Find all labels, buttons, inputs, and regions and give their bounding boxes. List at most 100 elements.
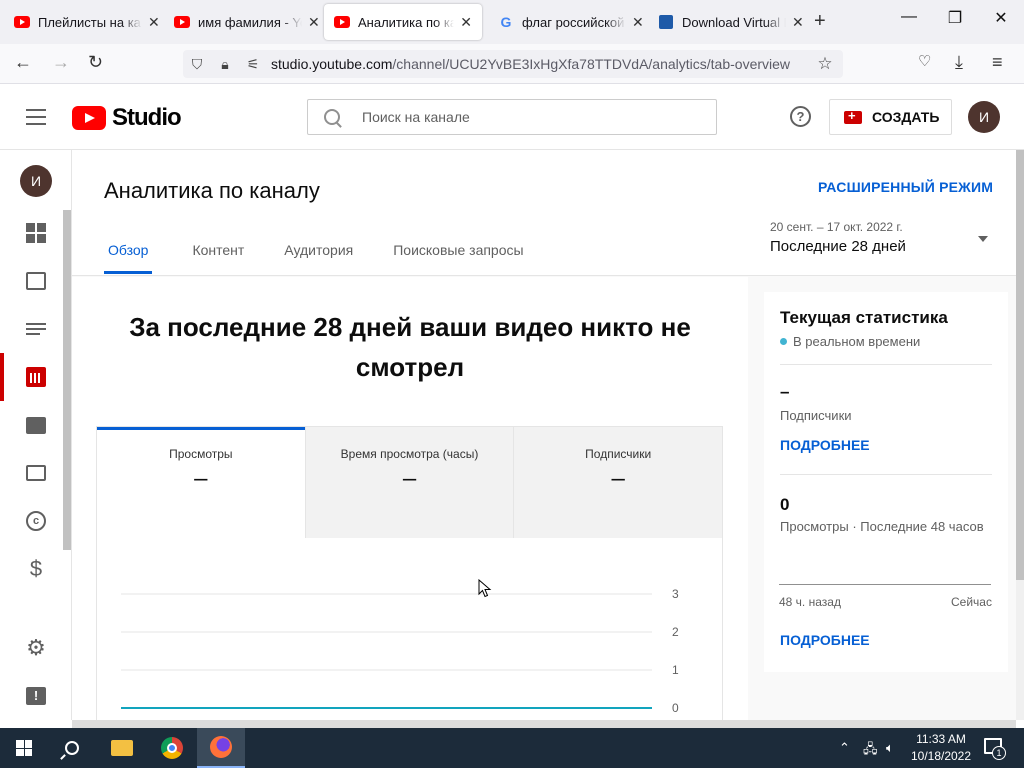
sidebar-item-content[interactable]	[0, 257, 72, 305]
taskbar-search-button[interactable]	[48, 728, 96, 768]
chart-y-tick-label: 3	[672, 587, 679, 601]
menu-icon[interactable]: ≡	[992, 52, 1003, 73]
realtime-title: Текущая статистика	[780, 308, 948, 327]
chrome-button[interactable]	[148, 728, 196, 768]
tab-content[interactable]: Контент	[192, 242, 244, 274]
close-icon[interactable]: ✕	[148, 14, 160, 31]
browser-tab[interactable]: G флаг российской империи ✕	[488, 4, 654, 40]
realtime-bar-baseline	[779, 584, 991, 585]
shield-icon[interactable]: ⛉	[183, 56, 211, 73]
metric-card-views[interactable]: Просмотры –	[97, 427, 305, 538]
firefox-icon	[210, 736, 232, 758]
lock-icon[interactable]: 🔒︎	[211, 56, 239, 73]
realtime-views-value: 0	[780, 495, 790, 514]
channel-search[interactable]	[307, 99, 717, 135]
comments-icon	[26, 416, 46, 434]
playlists-icon	[26, 320, 46, 338]
create-button[interactable]: СОЗДАТЬ	[829, 99, 952, 135]
analytics-tabs: Обзор Контент Аудитория Поисковые запрос…	[104, 242, 564, 274]
hamburger-menu-icon[interactable]	[26, 109, 46, 130]
details-link[interactable]: ПОДРОБНЕЕ	[780, 437, 870, 453]
browser-tab-strip: Плейлисты на канале ✕ имя фамилия - YouT…	[0, 0, 1024, 44]
sidebar-item-settings[interactable]: ⚙	[0, 624, 72, 672]
sidebar-item-copyright[interactable]: c	[0, 497, 72, 545]
studio-logo[interactable]: Studio	[72, 104, 182, 132]
url-domain: studio.youtube.com	[271, 56, 393, 72]
metric-value: –	[402, 465, 417, 492]
main-content: Аналитика по каналу РАСШИРЕННЫЙ РЕЖИМ Об…	[72, 150, 1016, 720]
volume-icon[interactable]: 🔈︎	[886, 740, 894, 756]
sidebar-item-feedback[interactable]: !	[0, 672, 72, 720]
sidebar-item-subtitles[interactable]	[0, 449, 72, 497]
realtime-axis-end: Сейчас	[951, 595, 992, 609]
date-range-picker[interactable]: 20 сент. – 17 окт. 2022 г. Последние 28 …	[770, 220, 988, 255]
browser-tab[interactable]: имя фамилия - YouTube ✕	[164, 4, 330, 40]
advanced-mode-button[interactable]: РАСШИРЕННЫЙ РЕЖИМ	[818, 179, 993, 195]
tab-search-queries[interactable]: Поисковые запросы	[393, 242, 523, 274]
url-path: /channel/UCU2YvBE3IxHgXfa78TTDVdA/analyt…	[392, 56, 791, 72]
file-explorer-button[interactable]	[98, 728, 146, 768]
close-window-icon[interactable]: ✕	[978, 8, 1024, 28]
details-link[interactable]: ПОДРОБНЕЕ	[780, 632, 870, 648]
virtualdj-icon	[658, 14, 674, 30]
network-icon[interactable]: 🖧︎	[863, 740, 878, 762]
metric-card-watch-time[interactable]: Время просмотра (часы) –	[304, 427, 514, 538]
close-icon[interactable]: ✕	[308, 14, 320, 31]
horizontal-scrollbar[interactable]	[72, 720, 1016, 728]
firefox-button[interactable]	[197, 728, 245, 768]
downloads-icon[interactable]: ⤓	[955, 52, 963, 73]
metric-card-subscribers[interactable]: Подписчики –	[513, 427, 723, 538]
close-icon[interactable]: ✕	[632, 14, 644, 31]
metric-value: –	[611, 465, 625, 492]
sidebar-item-monetization[interactable]: $	[0, 545, 72, 593]
browser-tab-title: Download Virtual DJ	[682, 14, 786, 30]
divider	[780, 474, 992, 475]
permissions-icon[interactable]: ⚟	[239, 56, 267, 73]
start-button[interactable]	[0, 728, 48, 768]
reload-icon[interactable]: ↻	[88, 52, 103, 73]
bookmark-star-icon[interactable]: ☆	[811, 54, 839, 74]
help-icon[interactable]: ?	[790, 106, 811, 127]
sidebar-item-dashboard[interactable]	[0, 209, 72, 257]
search-icon	[324, 109, 340, 125]
channel-avatar[interactable]: И	[20, 165, 52, 197]
realtime-live: В реальном времени	[780, 334, 920, 349]
tab-overview[interactable]: Обзор	[104, 242, 153, 274]
chevron-up-icon[interactable]: ⌃	[839, 740, 850, 756]
realtime-views-label: Просмотры · Последние 48 часов	[780, 519, 984, 534]
clock-time: 11:33 AM	[916, 732, 966, 746]
account-avatar[interactable]: И	[968, 101, 1000, 133]
sidebar-item-analytics[interactable]	[0, 353, 72, 401]
date-range-label: Последние 28 дней	[770, 238, 906, 255]
back-icon[interactable]: ←	[14, 52, 32, 73]
pocket-icon[interactable]: ♡	[918, 52, 931, 70]
forward-icon[interactable]: →	[52, 52, 70, 73]
settings-icon: ⚙	[26, 635, 46, 660]
browser-tab-active[interactable]: Аналитика по каналу ✕	[324, 4, 482, 40]
notification-count: 1	[992, 746, 1006, 760]
tab-audience[interactable]: Аудитория	[284, 242, 353, 274]
studio-header: Studio ? СОЗДАТЬ И	[0, 84, 1024, 150]
views-chart: 3 2 1 0	[96, 538, 723, 720]
new-tab-icon[interactable]: +	[814, 10, 826, 33]
maximize-icon[interactable]: ❐	[932, 8, 978, 28]
url-text[interactable]: studio.youtube.com/channel/UCU2YvBE3IxHg…	[271, 56, 811, 72]
close-icon[interactable]: ✕	[792, 14, 804, 31]
browser-tab[interactable]: Download Virtual DJ ✕	[648, 4, 814, 40]
video-camera-icon	[844, 108, 862, 124]
browser-tab[interactable]: Плейлисты на канале ✕	[4, 4, 170, 40]
search-input[interactable]	[362, 109, 702, 125]
divider	[780, 364, 992, 365]
google-icon: G	[500, 14, 512, 30]
system-clock[interactable]: 11:33 AM 10/18/2022	[906, 731, 976, 765]
minimize-icon[interactable]: —	[886, 8, 932, 26]
page-scrollbar[interactable]	[1016, 150, 1024, 720]
url-bar[interactable]: ⛉ 🔒︎ ⚟ studio.youtube.com/channel/UCU2Yv…	[183, 50, 843, 78]
metric-label: Просмотры	[169, 447, 233, 461]
close-icon[interactable]: ✕	[460, 14, 472, 31]
sidebar-item-playlists[interactable]	[0, 305, 72, 353]
metric-label: Время просмотра (часы)	[340, 447, 479, 461]
sidebar-item-comments[interactable]	[0, 401, 72, 449]
browser-tab-title: Плейлисты на канале	[38, 14, 142, 30]
youtube-icon	[174, 14, 190, 30]
